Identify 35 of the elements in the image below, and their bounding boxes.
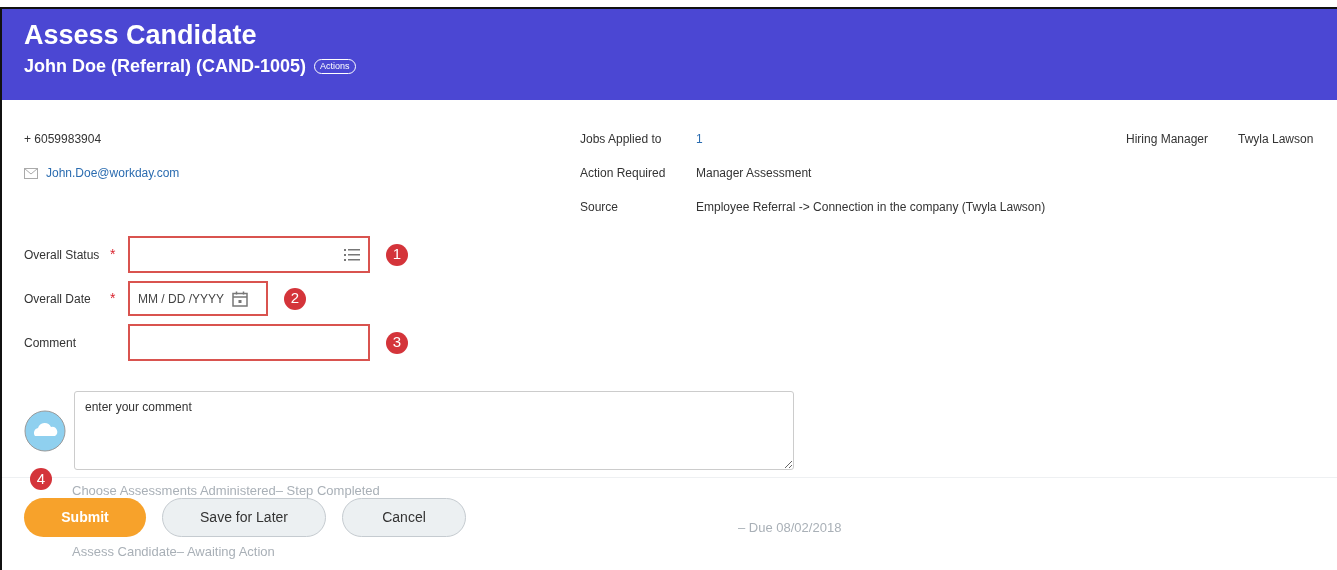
email-link[interactable]: John.Doe@workday.com: [46, 164, 180, 182]
field-label: Overall Date: [24, 290, 92, 308]
detail-label: Jobs Applied to: [580, 131, 663, 148]
avatar-icon: [24, 409, 66, 452]
candidate-name: John Doe (Referral) (CAND-1005): [24, 54, 307, 78]
required-mark: *: [110, 289, 117, 308]
field-label: Overall Status: [24, 246, 101, 264]
detail-value: Manager Assessment: [696, 165, 812, 182]
detail-label: Source: [580, 199, 620, 216]
secondary-button[interactable]: Save for Later: [162, 498, 326, 537]
page-title: Assess Candidate: [24, 21, 258, 51]
select-field[interactable]: [128, 236, 370, 273]
secondary-button[interactable]: Cancel: [342, 498, 466, 537]
step-text: Assess Candidate– Awaiting Action: [72, 543, 275, 561]
step-text: Choose Assessments Administered– Step Completed: [72, 482, 380, 500]
required-mark: *: [110, 245, 117, 264]
envelope-icon: [24, 167, 38, 179]
list-icon: [344, 248, 360, 261]
phone-number: + 6059983904: [24, 131, 102, 148]
detail-value: Employee Referral -> Connection in the company (Twyla Lawson): [696, 199, 1046, 216]
due-date-text: – Due 08/02/2018: [738, 519, 842, 537]
detail-label: Action Required: [580, 165, 667, 182]
date-placeholder: MM / DD /YYYY: [138, 290, 224, 308]
detail-label: Hiring Manager: [1126, 131, 1210, 148]
date-field[interactable]: MM / DD /YYYY: [128, 281, 268, 316]
field-label: Comment: [24, 334, 77, 352]
text-field[interactable]: [128, 324, 370, 361]
detail-link[interactable]: 1: [696, 130, 703, 148]
comment-field[interactable]: enter your comment: [74, 391, 794, 470]
callout-marker: 4: [30, 468, 52, 490]
detail-value: Twyla Lawson: [1238, 131, 1314, 148]
callout-marker: 3: [386, 331, 408, 354]
calendar-icon: [232, 290, 248, 307]
callout-marker: 1: [386, 243, 408, 266]
callout-marker: 2: [284, 287, 306, 310]
